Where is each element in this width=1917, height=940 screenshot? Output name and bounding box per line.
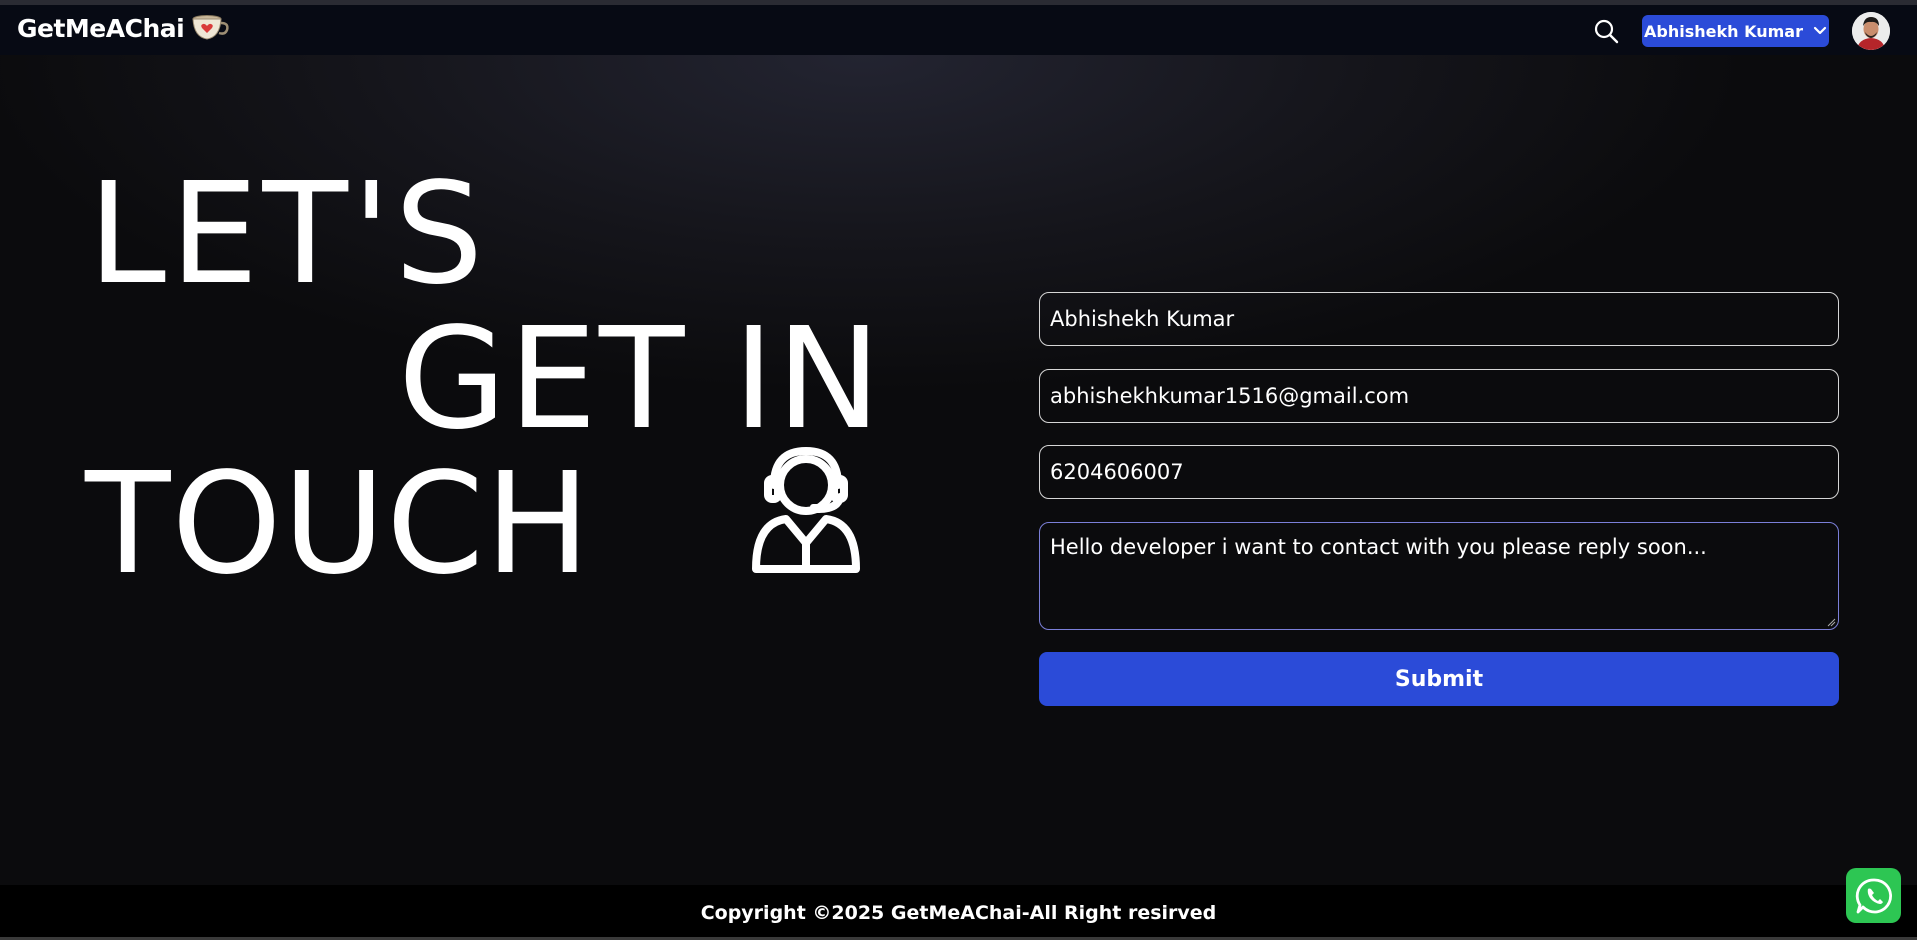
submit-button[interactable]: Submit	[1039, 652, 1839, 706]
name-field-value: Abhishekh Kumar	[1050, 307, 1235, 331]
contact-section: LET'S GET IN TOUCH Abhishekh Kumar abhis…	[0, 55, 1917, 885]
message-textarea-value: Hello developer i want to contact with y…	[1050, 535, 1707, 559]
brand-logo[interactable]: GetMeAChai	[17, 13, 230, 43]
customer-support-icon	[752, 447, 860, 573]
avatar[interactable]	[1852, 12, 1890, 50]
email-field[interactable]: abhishekhkumar1516@gmail.com	[1039, 369, 1839, 423]
user-menu-label: Abhishekh Kumar	[1644, 21, 1803, 41]
message-textarea[interactable]: Hello developer i want to contact with y…	[1039, 522, 1839, 630]
phone-field-value: 6204606007	[1050, 460, 1184, 484]
name-field[interactable]: Abhishekh Kumar	[1039, 292, 1839, 346]
user-menu-button[interactable]: Abhishekh Kumar	[1642, 15, 1829, 47]
chevron-down-icon	[1813, 26, 1827, 35]
whatsapp-icon	[1855, 878, 1892, 913]
navbar: GetMeAChai Abhishekh Kumar	[0, 5, 1917, 55]
hero-heading-line-2: GET IN	[398, 298, 883, 461]
search-button[interactable]	[1592, 17, 1620, 45]
email-field-value: abhishekhkumar1516@gmail.com	[1050, 384, 1410, 408]
footer: Copyright ©2025 GetMeAChai-All Right res…	[0, 885, 1917, 940]
search-icon	[1594, 19, 1619, 44]
phone-field[interactable]: 6204606007	[1039, 445, 1839, 499]
hero-heading-line-3: TOUCH	[85, 443, 592, 606]
chai-cup-heart-icon	[192, 15, 229, 40]
resize-handle-icon[interactable]	[1826, 617, 1836, 627]
brand-name: GetMeAChai	[17, 13, 185, 43]
whatsapp-button[interactable]	[1846, 868, 1901, 923]
user-photo	[1852, 12, 1890, 50]
submit-button-label: Submit	[1394, 666, 1484, 692]
footer-copyright: Copyright ©2025 GetMeAChai-All Right res…	[700, 901, 1217, 924]
hero-heading-line-1: LET'S	[88, 153, 488, 316]
